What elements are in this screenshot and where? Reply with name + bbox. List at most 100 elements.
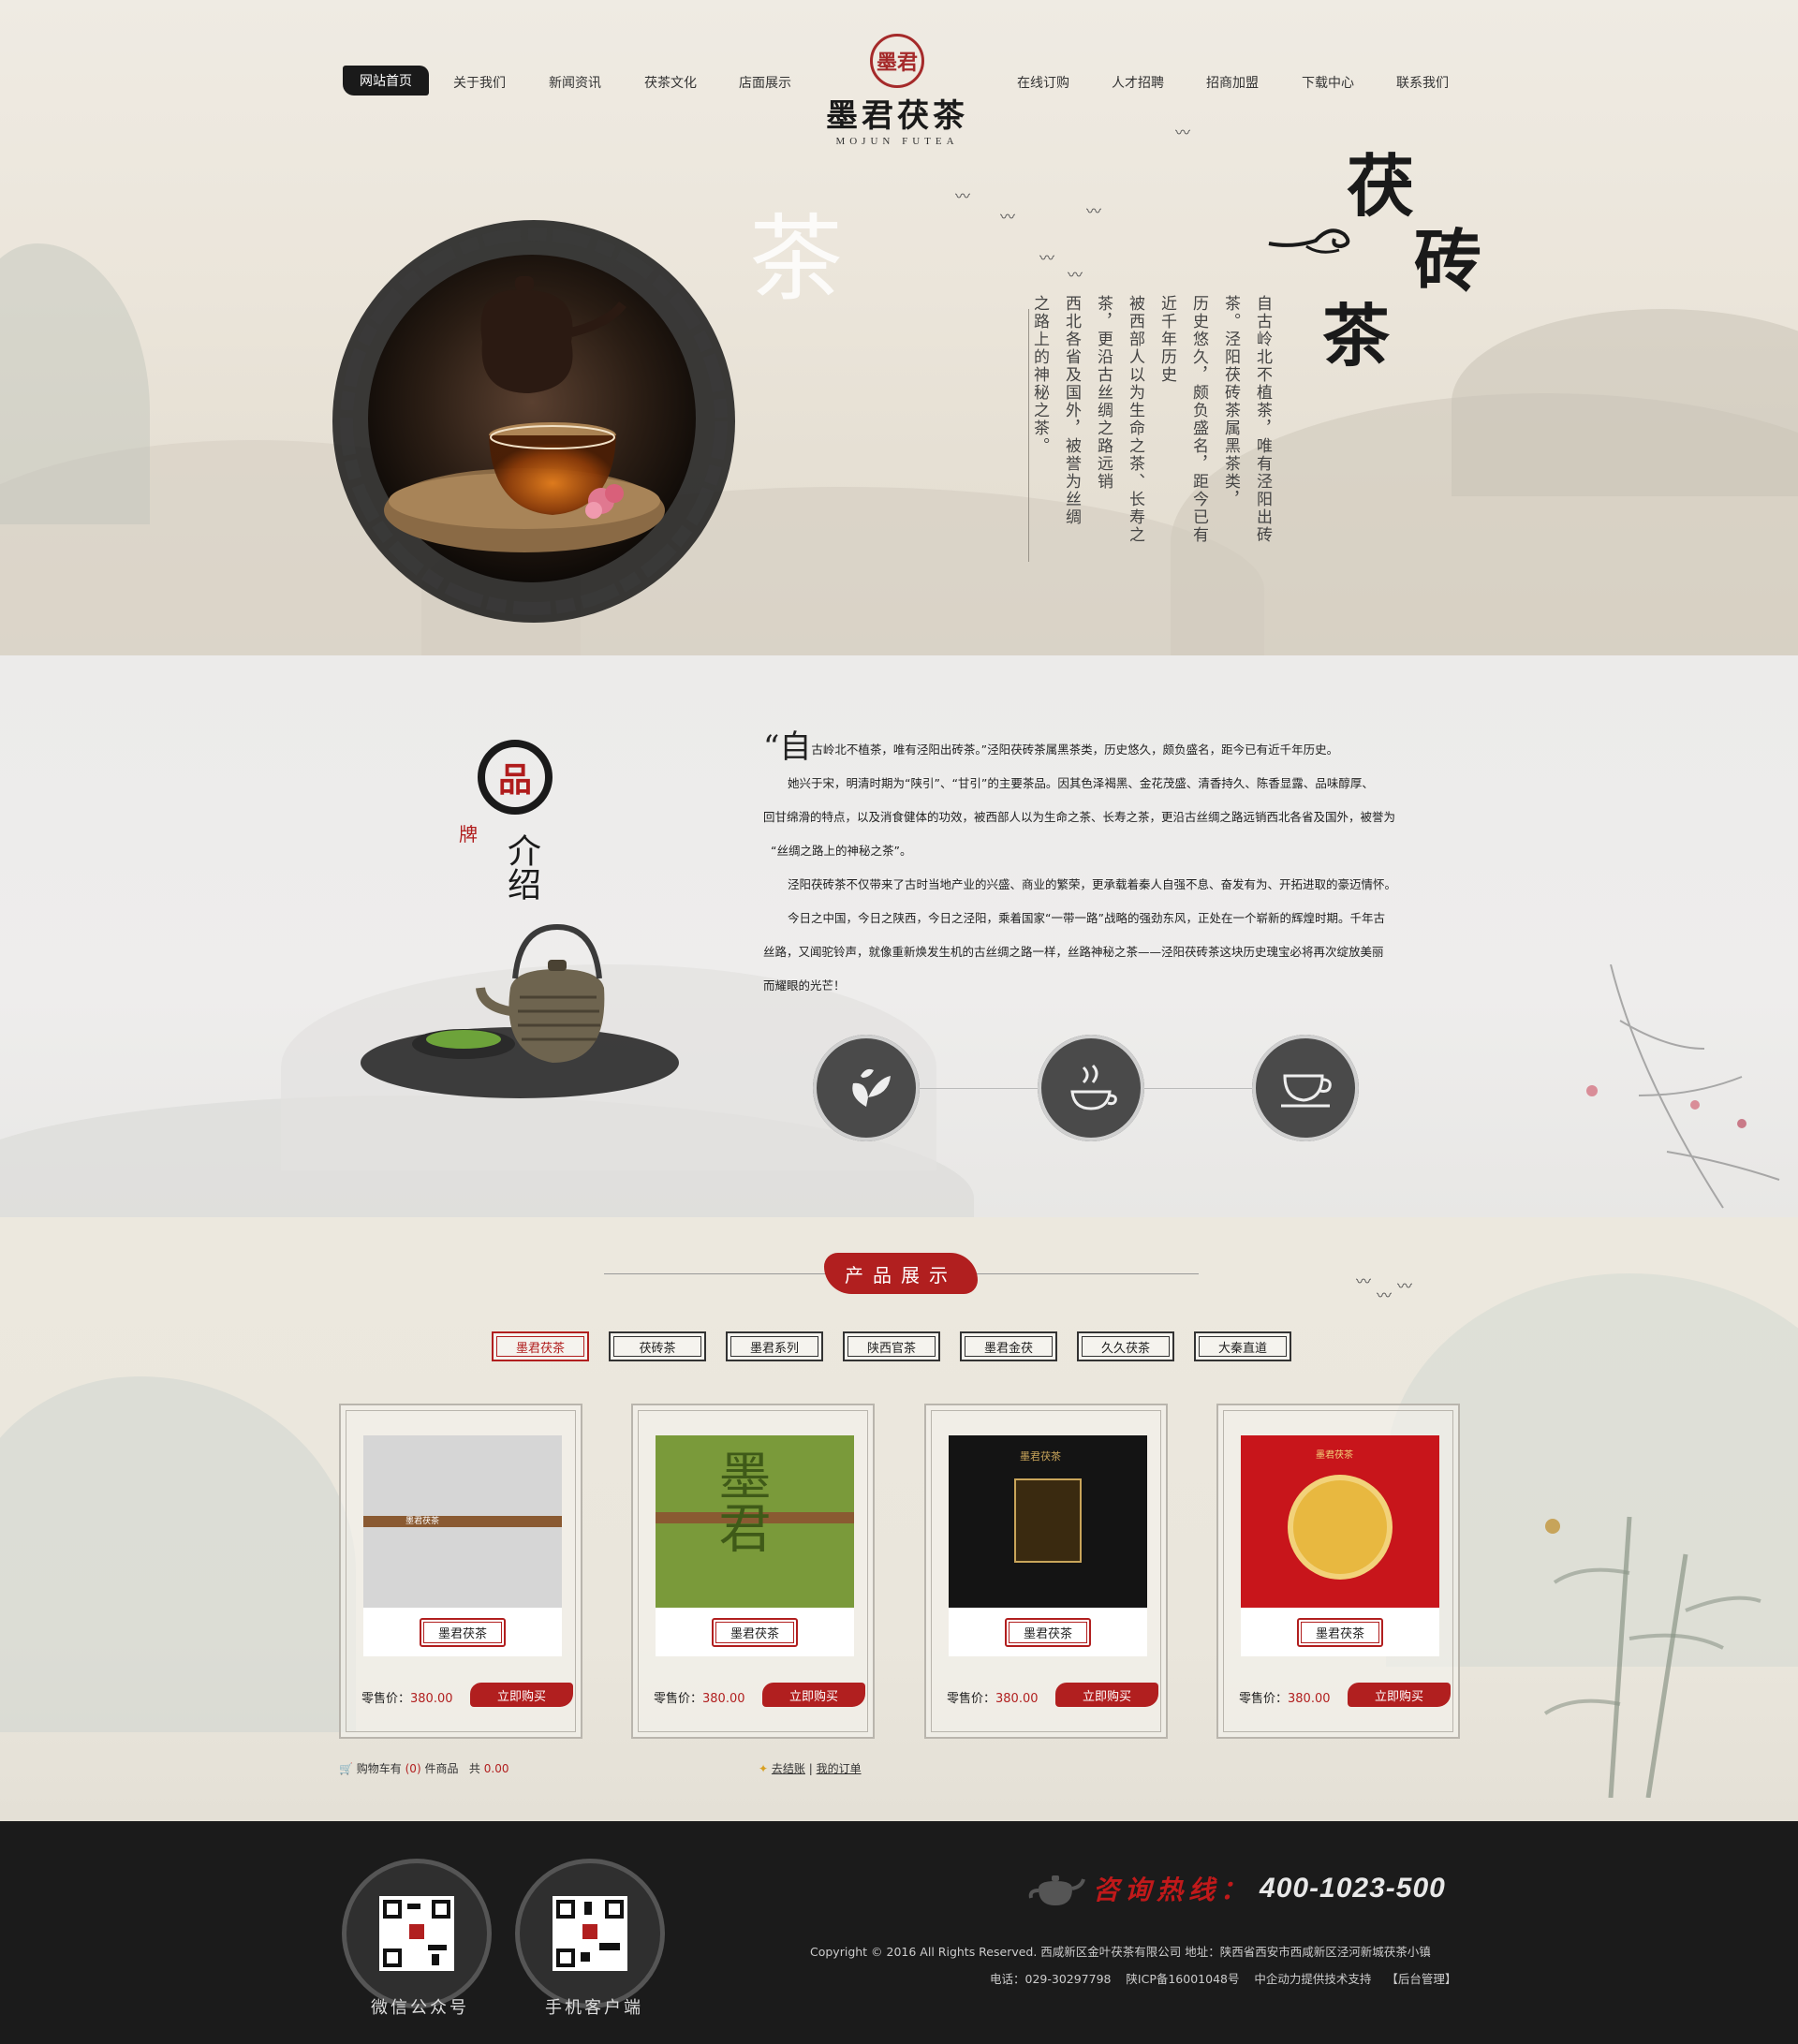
nav-contact[interactable]: 联系我们 [1396, 73, 1449, 92]
footer-phone: 电话：029-30297798 [990, 1972, 1112, 1986]
poem-column: 茶，更沿古丝绸之路远销 [1094, 295, 1113, 491]
brand-line: 丝路，又闻驼铃声，就像重新焕发生机的古丝绸之路一样，丝路神秘之茶——泾阳茯砖茶这… [763, 945, 1384, 959]
product-price: 380.00 [1288, 1692, 1331, 1706]
product-price: 380.00 [995, 1692, 1039, 1706]
tab-daqin-zhidao[interactable]: 大秦直道 [1194, 1331, 1291, 1361]
admin-link[interactable]: 【后台管理】 [1386, 1972, 1456, 1986]
nav-stores[interactable]: 店面展示 [739, 73, 791, 92]
bird-icon: 〰 [1068, 266, 1083, 284]
poem-column: 自古岭北不植茶，唯有泾阳出砖 [1253, 295, 1272, 544]
product-card[interactable]: 墨君茯茶 墨君茯茶 零售价：380.00 立即购买 [1216, 1404, 1460, 1739]
mobile-app-qr-code [520, 1863, 660, 2004]
product-card[interactable]: 墨君茯茶 墨君茯茶 零售价：380.00 立即购买 [339, 1404, 582, 1739]
product-name[interactable]: 墨君茯茶 [1004, 1617, 1091, 1647]
tab-shaanxi-official-tea[interactable]: 陕西官茶 [843, 1331, 940, 1361]
site-footer [0, 1821, 1798, 2044]
product-image[interactable]: 墨君茯茶 [363, 1435, 562, 1608]
nav-news[interactable]: 新闻资讯 [549, 73, 601, 92]
bird-icon: 〰 [1377, 1287, 1393, 1304]
poem-divider [1028, 309, 1029, 562]
tab-fuzhuan-tea[interactable]: 茯砖茶 [609, 1331, 706, 1361]
site-logo[interactable]: 墨君 墨君茯茶 MOJUN FUTEA [803, 34, 991, 147]
product-price-row: 零售价：380.00 [654, 1692, 745, 1706]
logo-name: 墨君茯茶 [826, 97, 968, 135]
teapot-icon [1028, 1875, 1085, 1905]
nav-culture[interactable]: 茯茶文化 [644, 73, 697, 92]
bird-icon: 〰 [1000, 208, 1016, 226]
logo-seal: 墨君 [870, 34, 924, 88]
hero-title-char: 茯 [1347, 146, 1415, 226]
nav-order[interactable]: 在线订购 [1017, 73, 1069, 92]
poem-column: 西北各省及国外，被誉为丝绸 [1062, 295, 1081, 526]
brand-description: “自古岭北不植茶，唯有泾阳出砖茶。”泾阳茯砖茶属黑茶类，历史悠久，颇负盛名，距今… [763, 730, 1419, 1003]
brand-line: 泾阳茯砖茶不仅带来了古时当地产业的兴盛、商业的繁荣，更承载着秦人自强不息、奋发有… [788, 877, 1397, 891]
hotline-number: 400-1023-500 [1260, 1873, 1446, 1904]
brand-line: 今日之中国，今日之陕西，今日之泾阳，乘着国家“一带一路”战略的强劲东风，正处在一… [788, 911, 1385, 925]
teapot-illustration [361, 923, 679, 1098]
bird-icon: 〰 [1086, 202, 1102, 220]
brand-para-1: 古岭北不植茶，唯有泾阳出砖茶。”泾阳茯砖茶属黑茶类，历史悠久，颇负盛名，距今已有… [811, 743, 1339, 757]
brand-line: 回甘绵滑的特点，以及消食健体的功效，被西部人以为生命之茶、长寿之茶，更沿古丝绸之… [763, 810, 1396, 824]
buy-now-button[interactable]: 立即购买 [1055, 1683, 1158, 1707]
tab-mojun-series[interactable]: 墨君系列 [726, 1331, 823, 1361]
mountain-shape [0, 243, 150, 524]
copyright-text: Copyright © 2016 All Rights Reserved. 西咸… [810, 1945, 1431, 1959]
nav-home[interactable]: 网站首页 [343, 66, 429, 96]
bird-icon: 〰 [955, 187, 971, 205]
buy-now-button[interactable]: 立即购买 [762, 1683, 865, 1707]
qr-code-icon [553, 1896, 627, 1971]
cart-count: (0) [405, 1762, 421, 1775]
cloud-swirl-icon [1268, 228, 1350, 254]
poem-column: 被西部人以为生命之茶、长寿之 [1126, 295, 1144, 544]
tab-mojun-futea[interactable]: 墨君茯茶 [492, 1331, 589, 1361]
tech-support-link[interactable]: 中企动力提供技术支持 [1254, 1972, 1371, 1986]
checkout-link[interactable]: 去结账 [772, 1762, 805, 1775]
products-title: 产品展示 [824, 1253, 978, 1294]
consult-hotline: 咨询热线： 400-1023-500 [1025, 1868, 1446, 1909]
hero-title: 茯 砖 茶 [1268, 131, 1498, 375]
product-name[interactable]: 墨君茯茶 [711, 1617, 798, 1647]
hero-title-char: 茶 [1322, 296, 1391, 375]
product-price-row: 零售价：380.00 [361, 1692, 453, 1706]
cart-total: 0.00 [483, 1762, 509, 1775]
cart-icon[interactable]: 🛒 [339, 1762, 353, 1775]
hotline-label: 咨询热线： [1093, 1875, 1253, 1905]
brand-section: 品 牌 介绍 “自古岭北不植茶，唯有泾阳出砖茶。”泾阳茯砖茶属黑茶类，历史悠久，… [0, 655, 1798, 1217]
bird-icon: 〰 [1039, 249, 1055, 267]
brand-title: 品 牌 介绍 [421, 740, 571, 946]
icp-link[interactable]: 陕ICP备16001048号 [1126, 1972, 1239, 1986]
tea-leaf-icon [813, 1035, 920, 1141]
product-image[interactable]: 墨君茯茶 [1241, 1435, 1439, 1608]
orchid-branch-decoration [1586, 964, 1780, 1209]
product-card[interactable]: 墨君茯茶 墨君茯茶 零售价：380.00 立即购买 [924, 1404, 1168, 1739]
product-name[interactable]: 墨君茯茶 [1296, 1617, 1383, 1647]
buy-now-button[interactable]: 立即购买 [1348, 1683, 1451, 1707]
brand-line: 而耀眼的光芒！ [763, 978, 846, 993]
hero-poem: 自古岭北不植茶，唯有泾阳出砖 茶。泾阳茯砖茶属黑茶类， 历史悠久，颇负盛名，距今… [1030, 295, 1272, 562]
nav-download[interactable]: 下载中心 [1302, 73, 1354, 92]
nav-franchise[interactable]: 招商加盟 [1206, 73, 1259, 92]
tea-cup-icon [1252, 1035, 1359, 1141]
product-image[interactable]: 墨君茯茶 [949, 1435, 1147, 1608]
my-orders-link[interactable]: 我的订单 [817, 1762, 862, 1775]
shopping-cart-summary[interactable]: 🛒 购物车有 (0) 件商品 共 0.00 [339, 1760, 508, 1776]
tab-jiujiu-futea[interactable]: 久久茯茶 [1077, 1331, 1174, 1361]
checkout-icon: ✦ [759, 1762, 769, 1775]
hero-banner: 网站首页 关于我们 新闻资讯 茯茶文化 店面展示 在线订购 人才招聘 招商加盟 … [0, 0, 1798, 655]
product-name[interactable]: 墨君茯茶 [419, 1617, 506, 1647]
nav-about[interactable]: 关于我们 [453, 73, 506, 92]
poem-column: 近千年历史 [1157, 295, 1176, 384]
buy-now-button[interactable]: 立即购买 [470, 1683, 573, 1707]
brand-line: “丝绸之路上的神秘之茶”。 [771, 844, 912, 858]
poem-column: 茶。泾阳茯砖茶属黑茶类， [1221, 295, 1240, 508]
products-section: 产品展示 〰 〰 〰 墨君茯茶 茯砖茶 墨君系列 陕西官茶 墨君金茯 久久茯茶 … [0, 1217, 1798, 1821]
product-image[interactable]: 墨君 [656, 1435, 854, 1608]
product-price: 380.00 [702, 1692, 745, 1706]
product-card[interactable]: 墨君 墨君茯茶 零售价：380.00 立即购买 [631, 1404, 875, 1739]
wechat-qr-code [346, 1863, 487, 2004]
tab-mojun-jinfu[interactable]: 墨君金茯 [960, 1331, 1057, 1361]
steaming-cup-icon [1038, 1035, 1144, 1141]
nav-jobs[interactable]: 人才招聘 [1112, 73, 1164, 92]
product-price-row: 零售价：380.00 [947, 1692, 1039, 1706]
wechat-qr-label: 微信公众号 [371, 1998, 469, 2018]
